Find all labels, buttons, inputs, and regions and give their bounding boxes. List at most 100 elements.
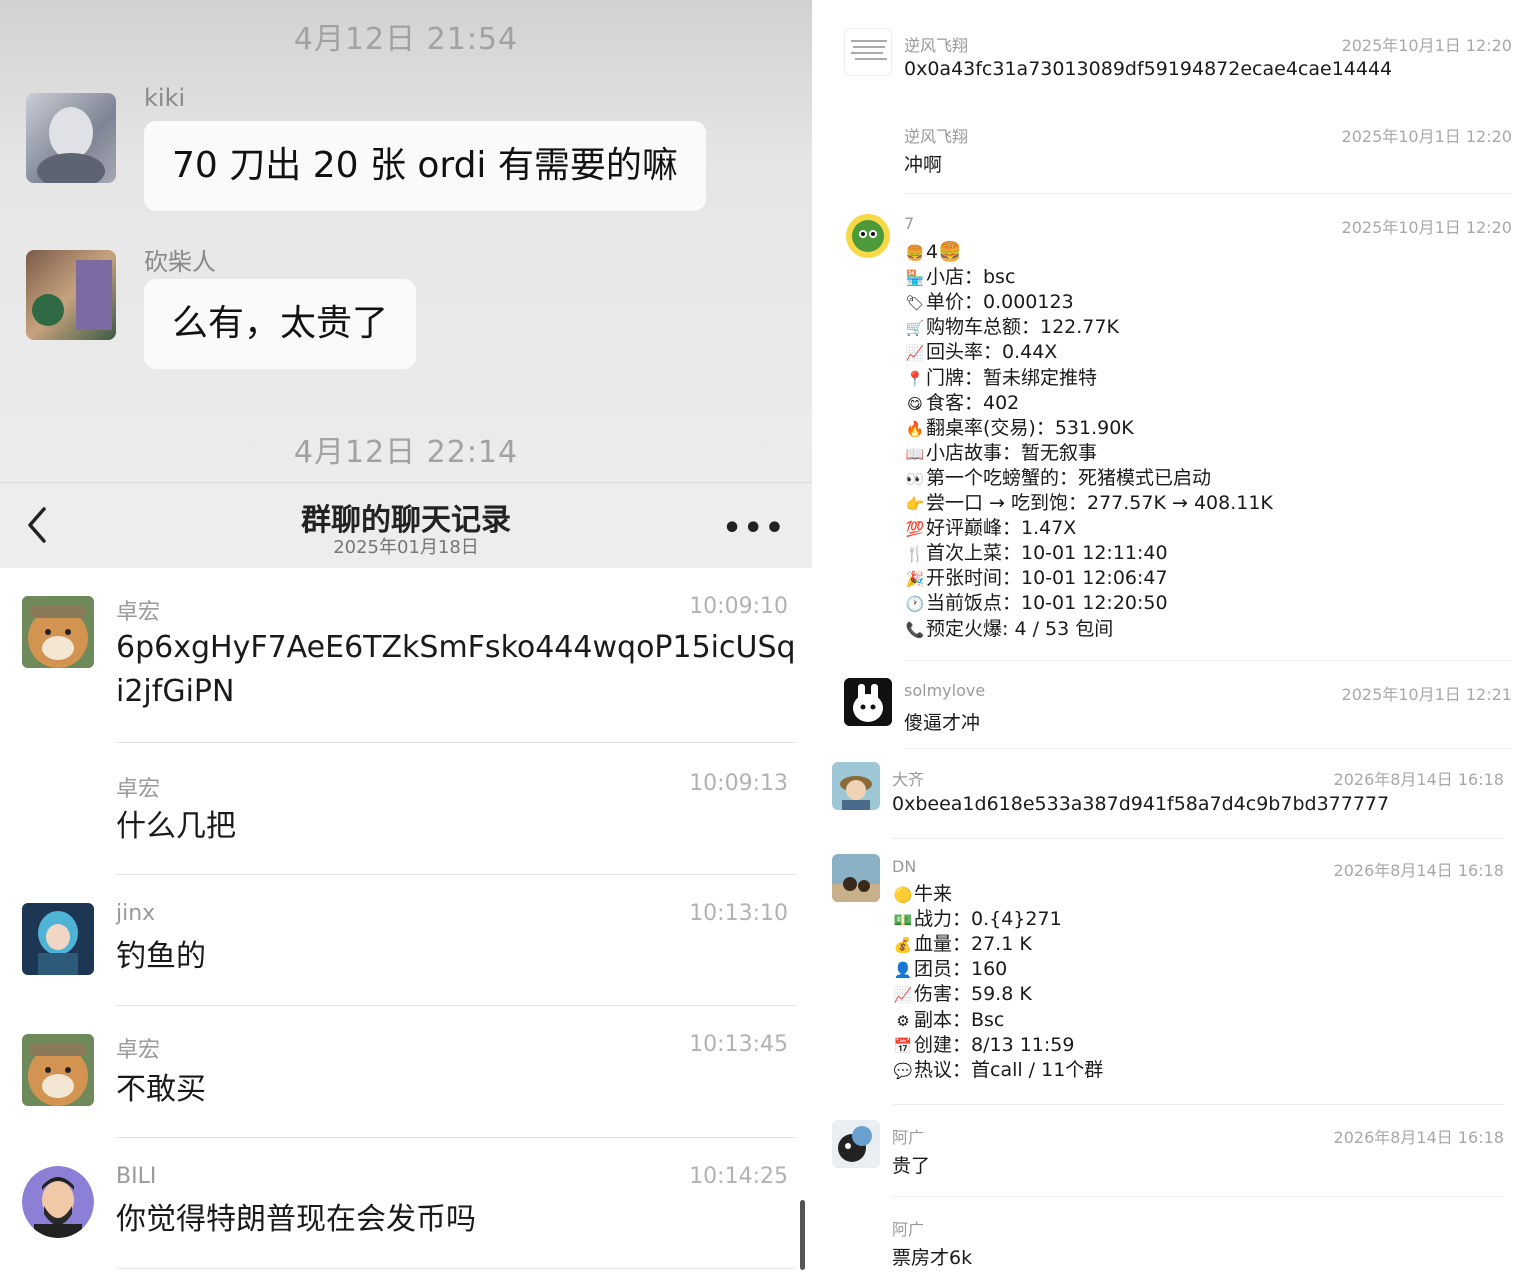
emoji-icon: 🍴 <box>905 545 925 564</box>
emoji-icon: 🎉 <box>905 570 925 589</box>
divider <box>904 193 1512 194</box>
timestamp: 4月12日 22:14 <box>293 435 519 470</box>
info-text: 团员：160 <box>914 958 1008 981</box>
divider <box>116 874 796 875</box>
info-line: 📍门牌：暂未绑定推特 <box>904 366 1097 391</box>
message-time: 10:09:13 <box>689 771 788 796</box>
info-line: 📈回头率：0.44X <box>904 340 1058 365</box>
avatar[interactable] <box>832 762 880 810</box>
avatar[interactable] <box>26 250 116 340</box>
info-text: 副本：Bsc <box>914 1008 1005 1031</box>
info-text: 创建：8/13 11:59 <box>914 1033 1075 1056</box>
info-text: 当前饭点：10-01 12:20:50 <box>926 592 1168 615</box>
avatar[interactable] <box>26 93 116 189</box>
info-line: 📖小店故事：暂无叙事 <box>904 441 1097 466</box>
emoji-icon: 👀 <box>905 469 925 488</box>
avatar[interactable] <box>22 1034 94 1106</box>
sender-name: 卓宏 <box>116 600 161 625</box>
sender-name: jinx <box>116 901 156 926</box>
info-line: 🏪小店：bsc <box>904 265 1016 290</box>
message-text: 6p6xgHyF7AeE6TZkSmFsko444wqoP15icUSqi2jf… <box>116 630 796 709</box>
info-text: 购物车总额：122.77K <box>926 316 1119 339</box>
info-text: 4🍔 <box>926 241 962 263</box>
avatar[interactable] <box>22 1166 94 1238</box>
sender-name: 阿广 <box>892 1128 925 1147</box>
info-text: 尝一口 → 吃到饱：277.57K → 408.11K <box>926 492 1273 514</box>
emoji-icon: 👉 <box>905 495 925 513</box>
emoji-icon: 🔥 <box>905 419 925 438</box>
sender-name: 大齐 <box>892 770 925 789</box>
emoji-icon: 🍔 <box>905 244 925 262</box>
emoji-icon: ⚙ <box>896 1011 910 1030</box>
message-time: 2026年8月14日 16:18 <box>1333 1128 1504 1147</box>
avatar[interactable] <box>22 596 94 668</box>
sender-name: kiki <box>144 84 186 112</box>
emoji-icon: 👤 <box>893 961 913 980</box>
emoji-icon: 🕐 <box>905 595 925 614</box>
message-text: 0xbeea1d618e533a387d941f58a7d4c9b7bd3777… <box>892 793 1390 815</box>
info-line: 🍔4🍔 <box>904 240 962 265</box>
avatar[interactable] <box>844 28 892 76</box>
info-text: 首次上菜：10-01 12:11:40 <box>926 542 1168 565</box>
message-text: 冲啊 <box>904 154 943 176</box>
message-time: 2025年10月1日 12:20 <box>1341 218 1512 237</box>
message-time: 10:09:10 <box>689 594 788 619</box>
message-time: 2025年10月1日 12:20 <box>1341 127 1512 146</box>
sender-name: 砍柴人 <box>144 248 216 276</box>
emoji-icon: 📈 <box>893 986 913 1005</box>
more-dots-icon[interactable]: ••• <box>722 511 786 546</box>
sender-name: 逆风飞翔 <box>904 36 969 55</box>
emoji-icon: 💵 <box>893 911 913 930</box>
emoji-icon: 🏪 <box>905 269 925 288</box>
info-line: 🛒购物车总额：122.77K <box>904 315 1119 340</box>
message-text: 什么几把 <box>116 809 236 844</box>
info-line: 🍴首次上菜：10-01 12:11:40 <box>904 541 1168 566</box>
info-text: 血量：27.1 K <box>914 933 1032 956</box>
message-text: 不敢买 <box>116 1072 206 1107</box>
avatar[interactable] <box>22 903 94 975</box>
message-bubble[interactable]: 么有，太贵了 <box>144 279 417 369</box>
chat-history-list: 卓宏 10:09:10 6p6xgHyF7AeE6TZkSmFsko444wqo… <box>0 568 812 1275</box>
info-text: 第一个吃螃蟹的：死猪模式已启动 <box>926 466 1212 489</box>
right-panel: 逆风飞翔 2025年10月1日 12:20 0x0a43fc31a7301308… <box>812 0 1528 1275</box>
info-line: 💵战力：0.{4}271 <box>892 907 1062 932</box>
message-text: 0x0a43fc31a73013089df59194872ecae4cae144… <box>904 58 1393 80</box>
info-text: 食客：402 <box>926 391 1020 414</box>
sender-name: 卓宏 <box>116 1038 161 1063</box>
divider <box>116 742 796 743</box>
divider <box>116 1137 796 1138</box>
info-text: 回头率：0.44X <box>926 341 1058 364</box>
avatar[interactable] <box>844 678 892 726</box>
info-line: 😋 食客：402 <box>904 391 1019 416</box>
emoji-icon: 📞 <box>905 620 925 639</box>
message-text: 票房才6k <box>892 1247 973 1269</box>
info-line: 👀第一个吃螃蟹的：死猪模式已启动 <box>904 466 1211 491</box>
sender-name: 逆风飞翔 <box>904 127 969 146</box>
left-panel: 4月12日 21:54 kiki 70 刀出 20 张 ordi 有需要的嘛 砍… <box>0 0 812 1275</box>
avatar[interactable] <box>832 1120 880 1168</box>
info-line: 🎉开张时间：10-01 12:06:47 <box>904 566 1168 591</box>
emoji-icon: 📅 <box>893 1036 913 1055</box>
emoji-icon: 💯 <box>905 520 925 539</box>
message-bubble[interactable]: 70 刀出 20 张 ordi 有需要的嘛 <box>144 121 706 211</box>
info-text: 小店：bsc <box>926 266 1016 289</box>
avatar[interactable] <box>832 854 880 902</box>
info-line: 💯好评巅峰：1.47X <box>904 516 1077 541</box>
sender-name: BILI <box>116 1164 157 1189</box>
message-text: 贵了 <box>892 1155 931 1177</box>
info-text: 好评巅峰：1.47X <box>926 517 1077 540</box>
info-line: 🟡牛来 <box>892 882 952 907</box>
info-text: 门牌：暂未绑定推特 <box>926 366 1098 389</box>
emoji-icon: 📈 <box>905 344 925 363</box>
message-text: 钓鱼的 <box>116 939 206 974</box>
top-chat-area: 4月12日 21:54 kiki 70 刀出 20 张 ordi 有需要的嘛 砍… <box>0 0 812 482</box>
scrollbar[interactable] <box>800 1200 805 1270</box>
info-text: 战力：0.{4}271 <box>914 908 1062 931</box>
message-time: 2026年8月14日 16:18 <box>1333 861 1504 880</box>
info-line: ⚙ 副本：Bsc <box>892 1008 1004 1033</box>
divider <box>892 1104 1504 1105</box>
info-line: 📅创建：8/13 11:59 <box>892 1033 1075 1058</box>
info-text: 翻桌率(交易)：531.90K <box>926 416 1134 439</box>
avatar[interactable] <box>844 210 892 258</box>
message-time: 2025年10月1日 12:20 <box>1341 36 1512 55</box>
